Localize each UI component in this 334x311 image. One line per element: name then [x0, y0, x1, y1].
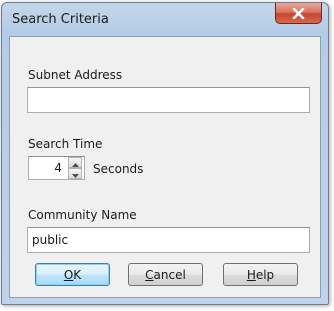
spin-down-arrow-icon [71, 165, 79, 183]
ok-mnemonic: O [63, 267, 74, 282]
help-label-rest: elp [255, 267, 275, 282]
spin-down-button[interactable] [68, 168, 82, 179]
search-time-spinner [68, 157, 82, 179]
community-name-input[interactable]: public [27, 227, 310, 253]
community-name-label: Community Name [28, 208, 137, 222]
cancel-button[interactable]: Cancel [128, 263, 203, 286]
cancel-mnemonic: C [145, 267, 154, 282]
search-criteria-dialog: Search Criteria Subnet Address Search Ti… [1, 2, 329, 305]
title-bar[interactable]: Search Criteria [2, 3, 328, 37]
help-button[interactable]: Help [223, 263, 298, 286]
close-button[interactable] [275, 3, 322, 24]
cancel-label-rest: ancel [153, 267, 186, 282]
search-time-label: Search Time [28, 137, 103, 151]
subnet-address-input[interactable] [27, 87, 310, 113]
seconds-unit-label: Seconds [93, 162, 144, 176]
ok-button[interactable]: OK [35, 263, 110, 286]
help-mnemonic: H [246, 267, 256, 282]
ok-label-rest: K [73, 267, 82, 282]
dialog-body: Subnet Address Search Time 4 Seconds Com… [9, 36, 321, 298]
subnet-address-label: Subnet Address [28, 68, 123, 82]
close-icon [292, 7, 305, 19]
dialog-title: Search Criteria [12, 12, 109, 27]
